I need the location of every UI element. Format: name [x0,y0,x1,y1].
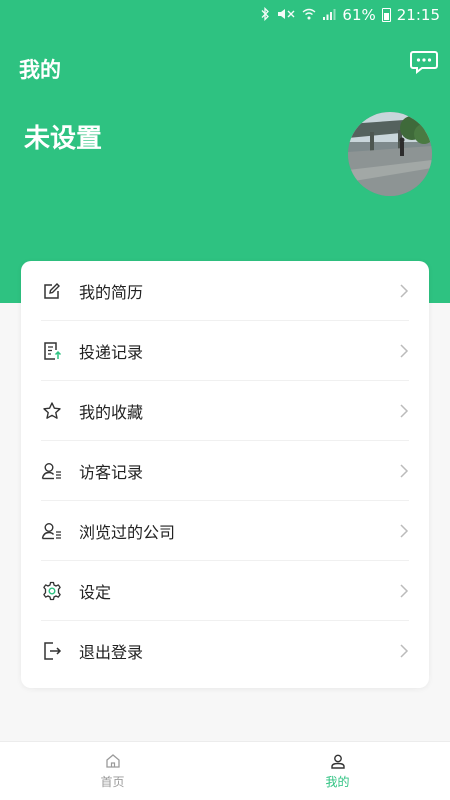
menu-item-favorites[interactable]: 我的收藏 [41,381,409,441]
star-icon [41,400,63,422]
chevron-right-icon [400,343,409,358]
wifi-icon [302,8,316,23]
tab-home[interactable]: 首页 [0,742,225,800]
battery-percent: 61% [342,6,376,24]
menu-item-settings[interactable]: 设定 [41,561,409,621]
menu-item-label: 访客记录 [79,462,144,482]
home-icon [105,753,120,768]
message-button[interactable] [410,50,438,75]
menu-item-label: 投递记录 [79,342,144,362]
bluetooth-icon [260,6,270,24]
chevron-right-icon [400,523,409,538]
menu-card: 我的简历 投递记录 我的收藏 访客记录 浏览过的公司 设定 退出登录 [21,261,429,688]
status-bar: 61% 21:15 [0,0,450,30]
menu-item-label: 我的收藏 [79,402,144,422]
menu-item-label: 我的简历 [79,282,144,302]
person-icon [330,754,345,769]
logout-icon [41,640,63,662]
signal-icon [322,8,336,23]
username[interactable]: 未设置 [24,118,102,155]
menu-item-browsed-companies[interactable]: 浏览过的公司 [41,501,409,561]
user-list-icon [41,520,63,542]
tab-mine-label: 我的 [325,774,350,789]
menu-item-label: 设定 [79,582,112,602]
bottom-tab-bar: 首页 我的 [0,741,450,800]
edit-icon [41,280,63,302]
chevron-right-icon [400,463,409,478]
menu-item-label: 浏览过的公司 [79,522,176,542]
menu-item-visitors[interactable]: 访客记录 [41,441,409,501]
menu-item-label: 退出登录 [79,643,144,662]
battery-icon [381,8,391,22]
user-list-icon [41,460,63,482]
clock: 21:15 [396,6,440,24]
tab-mine[interactable]: 我的 [225,742,450,800]
chat-bubble-icon [410,51,438,75]
tab-home-label: 首页 [100,774,125,789]
menu-item-resume[interactable]: 我的简历 [41,261,409,321]
menu-item-applications[interactable]: 投递记录 [41,321,409,381]
document-upload-icon [41,340,63,362]
chevron-right-icon [400,583,409,598]
mute-icon [276,7,296,24]
profile-header: 61% 21:15 我的 未设置 [0,0,450,303]
chevron-right-icon [400,283,409,298]
avatar[interactable] [348,112,432,196]
gear-icon [41,580,63,602]
menu-item-logout[interactable]: 退出登录 [41,621,409,681]
chevron-right-icon [400,644,409,658]
chevron-right-icon [400,403,409,418]
page-title: 我的 [19,58,61,82]
